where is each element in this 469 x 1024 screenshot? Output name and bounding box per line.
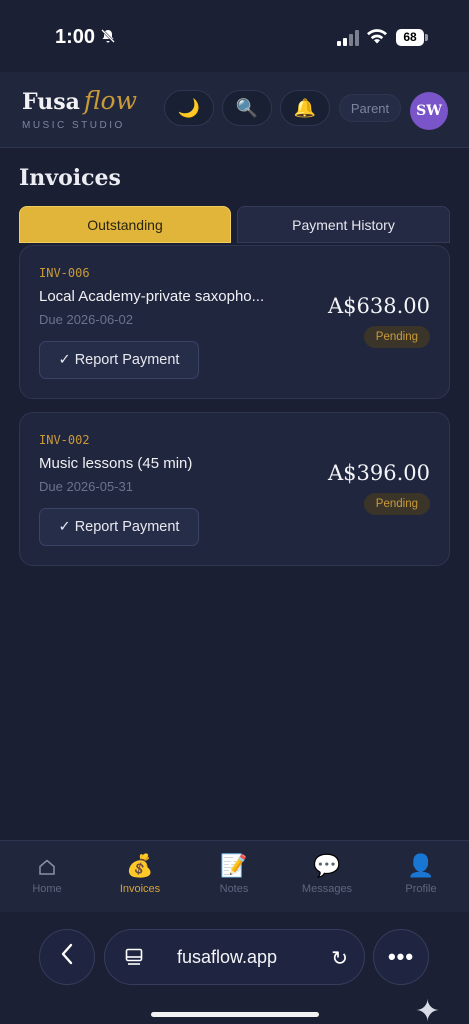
app-logo[interactable]: Fusa flow (22, 86, 137, 115)
nav-item-notes[interactable]: 📝 Notes (194, 851, 274, 895)
nav-label: Messages (301, 883, 353, 895)
report-payment-button[interactable]: ✓ Report Payment (39, 508, 199, 546)
avatar[interactable]: SW (410, 92, 448, 130)
notifications-button[interactable]: 🔔 (280, 90, 330, 126)
page-title: Invoices (19, 165, 121, 191)
cellular-signal-icon (337, 30, 359, 46)
invoice-due-date: Due 2026-05-31 (39, 479, 133, 494)
invoice-card: INV-006 Local Academy-private saxopho...… (19, 245, 450, 399)
bottom-nav: Home 💰 Invoices 📝 Notes 💬 Messages 👤 Pro… (0, 840, 469, 912)
status-time: 1:00 (55, 26, 96, 48)
status-badge: Pending (363, 326, 430, 348)
role-pill[interactable]: Parent (339, 94, 401, 122)
logo-main-text: Fusa (22, 89, 80, 115)
invoice-card: INV-002 Music lessons (45 min) Due 2026-… (19, 412, 450, 566)
dark-mode-toggle-button[interactable]: 🌙 (164, 90, 214, 126)
logo-script-text: flow (83, 86, 137, 115)
wifi-icon (366, 27, 388, 45)
bell-off-icon (100, 28, 116, 48)
nav-item-messages[interactable]: 💬 Messages (287, 851, 367, 895)
invoice-description: Local Academy-private saxopho... (39, 288, 265, 305)
browser-toolbar: fusaflow.app ↻ ••• ✦ (0, 912, 469, 1024)
app-header: Fusa flow MUSIC STUDIO 🌙 🔍 🔔 Parent SW (0, 72, 469, 148)
tab-outstanding[interactable]: Outstanding (19, 206, 231, 243)
browser-more-button[interactable]: ••• (373, 929, 429, 985)
browser-url: fusaflow.app (177, 947, 278, 967)
battery-indicator: 68 (396, 29, 428, 46)
invoice-description: Music lessons (45 min) (39, 455, 193, 472)
logo-subtitle: MUSIC STUDIO (22, 120, 125, 131)
browser-back-button[interactable] (39, 929, 95, 985)
nav-label: Invoices (119, 883, 161, 895)
speech-bubble-icon: 💬 (313, 853, 341, 878)
more-dots-icon: ••• (387, 944, 415, 969)
nav-label: Profile (405, 883, 437, 895)
nav-item-invoices[interactable]: 💰 Invoices (100, 851, 180, 895)
nav-label: Home (32, 883, 62, 895)
tab-payment-history[interactable]: Payment History (237, 206, 450, 243)
home-indicator (151, 1012, 319, 1017)
user-silhouette-icon: 👤 (407, 853, 435, 878)
status-badge: Pending (363, 493, 430, 515)
home-icon (7, 851, 87, 881)
reload-icon[interactable]: ↻ (331, 946, 348, 971)
search-button[interactable]: 🔍 (222, 90, 272, 126)
invoice-amount: A$638.00 (327, 294, 430, 318)
invoice-amount: A$396.00 (327, 461, 430, 485)
money-bag-icon: 💰 (126, 853, 154, 878)
status-bar: 1:00 68 (0, 0, 469, 72)
invoice-id: INV-006 (39, 266, 90, 280)
sparkle-icon: ✦ (415, 995, 441, 1024)
search-icon: 🔍 (235, 97, 259, 118)
chevron-left-icon (60, 943, 74, 971)
invoice-due-date: Due 2026-06-02 (39, 312, 133, 327)
nav-item-profile[interactable]: 👤 Profile (381, 851, 461, 895)
nav-label: Notes (219, 883, 249, 895)
invoice-id: INV-002 (39, 433, 90, 447)
nav-item-home[interactable]: Home (7, 851, 87, 895)
moon-icon: 🌙 (177, 97, 201, 118)
tabs-icon[interactable] (125, 948, 143, 968)
bell-icon: 🔔 (293, 97, 317, 118)
notepad-icon: 📝 (220, 853, 248, 878)
browser-address-bar[interactable]: fusaflow.app ↻ (104, 929, 365, 985)
report-payment-button[interactable]: ✓ Report Payment (39, 341, 199, 379)
